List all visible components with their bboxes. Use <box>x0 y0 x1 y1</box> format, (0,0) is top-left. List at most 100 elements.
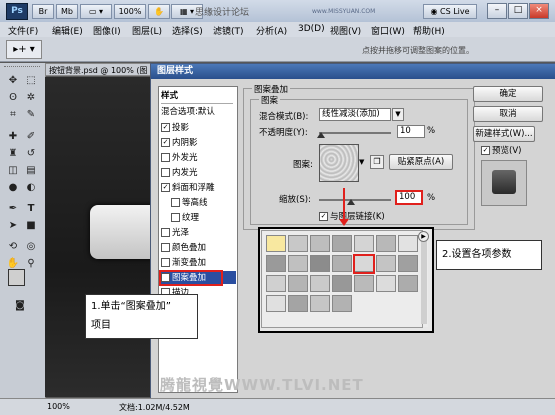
pattern-thumbnail[interactable] <box>319 144 359 182</box>
lasso-tool-icon[interactable]: ʘ <box>5 90 21 105</box>
3d-rotate-icon[interactable]: ⟲ <box>5 239 21 254</box>
scale-input[interactable]: 100 <box>395 190 423 205</box>
picker-scrollbar[interactable] <box>421 232 427 324</box>
style-item-outer-glow[interactable]: 外发光 <box>161 151 198 165</box>
pattern-swatch[interactable] <box>288 235 308 252</box>
move-tool-icon[interactable]: ✥ <box>5 73 21 88</box>
blend-options-item[interactable]: 混合选项:默认 <box>161 105 215 119</box>
pen-tool-icon[interactable]: ✒ <box>5 201 21 216</box>
gradient-tool-icon[interactable]: ▤ <box>23 163 39 178</box>
menu-view[interactable]: 视图(V) <box>330 24 361 37</box>
toolbox-grip[interactable] <box>4 66 40 70</box>
styles-header[interactable]: 样式 <box>161 89 178 103</box>
menu-filter[interactable]: 滤镜(T) <box>213 24 244 37</box>
path-selection-icon[interactable]: ➤ <box>5 218 21 233</box>
document-tab[interactable]: 按钮背景.psd @ 100% (图 <box>45 63 165 76</box>
snap-origin-button[interactable]: 贴紧原点(A) <box>389 154 453 170</box>
pattern-swatch[interactable] <box>266 255 286 272</box>
new-preset-icon[interactable]: ❐ <box>370 155 384 169</box>
menu-window[interactable]: 窗口(W) <box>371 24 405 37</box>
pattern-swatch[interactable] <box>398 235 418 252</box>
mini-bridge-button[interactable]: Mb <box>56 4 78 19</box>
blend-mode-select[interactable]: 线性减淡(添加) <box>319 108 391 121</box>
menu-image[interactable]: 图像(I) <box>93 24 121 37</box>
blur-tool-icon[interactable]: ● <box>5 180 21 195</box>
marquee-tool-icon[interactable]: ⬚ <box>23 73 39 88</box>
type-tool-icon[interactable]: T <box>23 201 39 216</box>
status-zoom[interactable]: 100% <box>47 402 70 411</box>
checkbox-color-overlay[interactable] <box>161 243 170 252</box>
view-extras-button[interactable]: ▭ ▾ <box>80 4 112 19</box>
pattern-swatch[interactable] <box>354 275 374 292</box>
pattern-swatch[interactable] <box>354 235 374 252</box>
pattern-swatch[interactable] <box>332 275 352 292</box>
pattern-swatch[interactable] <box>288 255 308 272</box>
checkbox-satin[interactable] <box>161 228 170 237</box>
style-item-texture[interactable]: 纹理 <box>171 211 199 225</box>
link-with-layer-row[interactable]: ✓ 与图层链接(K) <box>319 210 385 222</box>
pattern-swatch[interactable] <box>332 295 352 312</box>
maximize-button[interactable]: □ <box>508 3 528 19</box>
brush-tool-icon[interactable]: ✐ <box>23 129 39 144</box>
pattern-swatch[interactable] <box>288 275 308 292</box>
menu-select[interactable]: 选择(S) <box>172 24 203 37</box>
menu-file[interactable]: 文件(F) <box>8 24 38 37</box>
style-item-color-overlay[interactable]: 颜色叠加 <box>161 241 206 255</box>
pattern-swatch[interactable] <box>398 255 418 272</box>
picker-menu-icon[interactable]: ▶ <box>418 231 429 242</box>
history-brush-icon[interactable]: ↺ <box>23 146 39 161</box>
dodge-tool-icon[interactable]: ◐ <box>23 180 39 195</box>
opacity-slider-thumb[interactable] <box>317 132 325 138</box>
pattern-swatch[interactable] <box>310 235 330 252</box>
pattern-swatch[interactable] <box>332 255 352 272</box>
pattern-swatch[interactable] <box>266 235 286 252</box>
minimize-button[interactable]: – <box>487 3 507 19</box>
scale-slider-track[interactable] <box>319 199 391 201</box>
scale-slider-thumb[interactable] <box>347 199 355 205</box>
menu-analysis[interactable]: 分析(A) <box>256 24 287 37</box>
healing-brush-icon[interactable]: ✚ <box>5 129 21 144</box>
checkbox-outer-glow[interactable] <box>161 153 170 162</box>
opacity-input[interactable]: 10 <box>397 125 425 138</box>
link-with-layer-checkbox[interactable]: ✓ <box>319 212 328 221</box>
clone-stamp-icon[interactable]: ♜ <box>5 146 21 161</box>
menu-3d[interactable]: 3D(D) <box>298 24 325 34</box>
cancel-button[interactable]: 取消 <box>473 106 543 122</box>
pattern-swatch[interactable] <box>376 275 396 292</box>
style-item-contour[interactable]: 等高线 <box>171 196 208 210</box>
shape-tool-icon[interactable]: ■ <box>23 218 39 233</box>
style-item-satin[interactable]: 光泽 <box>161 226 189 240</box>
bridge-button[interactable]: Br <box>32 4 54 19</box>
style-item-gradient-overlay[interactable]: 渐变叠加 <box>161 256 206 270</box>
tool-preset-picker[interactable]: ▸+ ▾ <box>6 40 42 59</box>
ok-button[interactable]: 确定 <box>473 86 543 102</box>
menu-edit[interactable]: 编辑(E) <box>52 24 83 37</box>
pattern-swatch[interactable] <box>332 235 352 252</box>
opacity-slider-track[interactable] <box>319 132 391 134</box>
style-item-inner-glow[interactable]: 内发光 <box>161 166 198 180</box>
zoom-tool-icon[interactable]: ⚲ <box>23 256 39 271</box>
pattern-swatch[interactable] <box>266 275 286 292</box>
pattern-swatch[interactable] <box>310 275 330 292</box>
new-style-button[interactable]: 新建样式(W)... <box>473 126 535 142</box>
checkbox-contour[interactable] <box>171 198 180 207</box>
checkbox-drop-shadow[interactable]: ✓ <box>161 123 170 132</box>
pattern-swatch[interactable] <box>266 295 286 312</box>
3d-orbit-icon[interactable]: ◎ <box>23 239 39 254</box>
style-item-bevel-emboss[interactable]: ✓ 斜面和浮雕 <box>161 181 215 195</box>
menu-layer[interactable]: 图层(L) <box>132 24 162 37</box>
preview-checkbox[interactable]: ✓ <box>481 146 490 155</box>
pattern-swatch[interactable] <box>310 295 330 312</box>
checkbox-inner-shadow[interactable]: ✓ <box>161 138 170 147</box>
checkbox-gradient-overlay[interactable] <box>161 258 170 267</box>
magic-wand-icon[interactable]: ✲ <box>23 90 39 105</box>
crop-tool-icon[interactable]: ⌗ <box>5 107 21 122</box>
close-button[interactable]: × <box>529 3 549 19</box>
pattern-dropdown-icon[interactable]: ▼ <box>359 158 364 166</box>
zoom-level[interactable]: 100% <box>114 4 146 19</box>
blend-mode-dropdown-icon[interactable]: ▼ <box>392 108 404 121</box>
pattern-swatch[interactable] <box>376 255 396 272</box>
checkbox-bevel-emboss[interactable]: ✓ <box>161 183 170 192</box>
eraser-icon[interactable]: ◫ <box>5 163 21 178</box>
eyedropper-icon[interactable]: ✎ <box>23 107 39 122</box>
